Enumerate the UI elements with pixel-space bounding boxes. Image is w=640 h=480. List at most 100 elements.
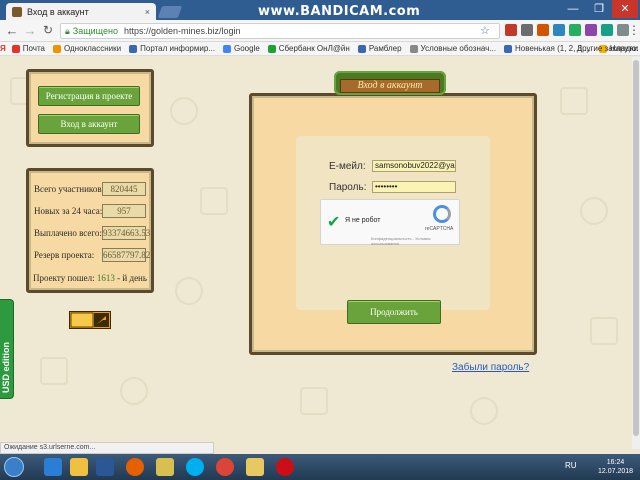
background-decor-icon: [560, 87, 588, 115]
tab-title: Вход в аккаунт: [27, 6, 89, 17]
forward-button[interactable]: →: [22, 23, 38, 38]
browser-tab[interactable]: Вход в аккаунт ×: [6, 3, 156, 20]
recaptcha-label: Я не робот: [345, 217, 381, 224]
bookmark-item[interactable]: Почта: [11, 44, 45, 53]
background-decor-icon: [170, 97, 198, 125]
recaptcha-brand: reCAPTCHA: [425, 226, 454, 232]
extension-icon[interactable]: [601, 24, 613, 36]
ie-icon[interactable]: [44, 458, 62, 476]
yandex-bookmark-icon[interactable]: Я: [0, 44, 6, 53]
recaptcha-terms[interactable]: Конфиденциальность - Условия использован…: [371, 236, 459, 246]
stat-value: 820445: [102, 182, 146, 196]
minimize-button[interactable]: —: [560, 0, 586, 18]
background-decor-icon: [200, 187, 228, 215]
project-age: Проекту пошел: 1613 - й день: [33, 273, 147, 283]
start-button[interactable]: [4, 457, 24, 477]
register-button[interactable]: Регистрация в проекте: [38, 86, 140, 106]
stat-value: 93374663.53: [102, 226, 151, 240]
bookmark-icon: [503, 44, 512, 53]
recorder-watermark: www.BANDICAM.com: [258, 4, 421, 19]
bookmark-icon: [11, 44, 20, 53]
email-label: E-мейл:: [329, 161, 366, 172]
site-favicon-icon: [12, 6, 22, 17]
browser-menu-icon[interactable]: ⋮: [628, 23, 640, 37]
opera-icon[interactable]: [276, 458, 294, 476]
recaptcha-logo-icon: [433, 205, 451, 223]
secure-label: Защищено: [72, 26, 118, 36]
stat-label: Резерв проекта:: [34, 250, 95, 260]
extension-icon[interactable]: [521, 24, 533, 36]
browser-status-bar: Ожидание s3.urlserne.com...: [0, 442, 214, 454]
login-title: Вход в аккаунт: [340, 79, 440, 93]
paint-icon[interactable]: [156, 458, 174, 476]
maximize-button[interactable]: ❐: [586, 0, 612, 18]
extensions-bar: [505, 24, 629, 36]
stats-panel: Всего участников: 820445 Новых за 24 час…: [26, 168, 154, 293]
bookmark-item[interactable]: Условные обознач...: [409, 44, 496, 53]
system-clock[interactable]: 16:24 12.07.2018: [598, 458, 633, 476]
stat-label: Всего участников:: [34, 184, 105, 194]
stat-label: Выплачено всего:: [34, 228, 102, 238]
language-indicator[interactable]: RU: [565, 461, 577, 470]
other-bookmarks[interactable]: Другие закладки: [577, 44, 638, 53]
password-label: Пароль:: [329, 182, 367, 193]
recaptcha-widget[interactable]: ✔ Я не робот reCAPTCHA Конфиденциальност…: [320, 199, 460, 246]
back-button[interactable]: ←: [4, 23, 20, 38]
bookmark-icon: [267, 44, 276, 53]
stat-value: 957: [102, 204, 146, 218]
background-decor-icon: [175, 277, 203, 305]
skype-icon[interactable]: [186, 458, 204, 476]
bookmark-item[interactable]: Одноклассники: [52, 44, 121, 53]
clock-date: 12.07.2018: [598, 468, 634, 475]
extension-icon[interactable]: [553, 24, 565, 36]
password-field[interactable]: ••••••••: [372, 181, 456, 193]
stat-label: Новых за 24 часа:: [34, 206, 103, 216]
scrollbar-thumb[interactable]: [633, 60, 639, 436]
background-decor-icon: [40, 357, 68, 385]
lock-icon: 🔒︎: [65, 25, 70, 36]
bookmark-icon: [222, 44, 231, 53]
browser-tab-strip: Вход в аккаунт × www.BANDICAM.com — ❐ ✕: [0, 0, 640, 20]
tab-close-icon[interactable]: ×: [145, 7, 150, 17]
bookmark-icon: [52, 44, 61, 53]
usd-edition-label: USD edition: [1, 342, 11, 393]
browser-toolbar: ← → ↻ 🔒︎ Защищено https://golden-mines.b…: [0, 20, 640, 42]
continue-button[interactable]: Продолжить: [347, 300, 441, 324]
extension-icon[interactable]: [569, 24, 581, 36]
folder-icon[interactable]: [246, 458, 264, 476]
background-decor-icon: [300, 387, 328, 415]
forgot-password-link[interactable]: Забыли пароль?: [452, 362, 529, 373]
background-decor-icon: [590, 317, 618, 345]
bookmark-item[interactable]: Google: [222, 44, 260, 53]
bookmark-icon: [129, 44, 138, 53]
checkmark-icon[interactable]: ✔: [327, 212, 340, 232]
chrome-icon[interactable]: [216, 458, 234, 476]
banner-graphic-icon: [70, 312, 109, 328]
url-text: https://golden-mines.biz/login: [123, 26, 241, 36]
page-content: Регистрация в проекте Вход в аккаунт Все…: [0, 57, 640, 449]
email-field[interactable]: samsonobuv2022@yand: [372, 160, 456, 172]
new-tab-button[interactable]: [157, 6, 183, 18]
extension-icon[interactable]: [537, 24, 549, 36]
bookmark-star-icon[interactable]: ☆: [480, 24, 490, 37]
bookmark-icon: [409, 44, 418, 53]
bookmark-item[interactable]: Сбербанк ОнЛ@йн: [267, 44, 350, 53]
background-decor-icon: [470, 397, 498, 425]
address-bar[interactable]: 🔒︎ Защищено https://golden-mines.biz/log…: [60, 23, 500, 39]
project-age-days: 1613: [96, 273, 115, 283]
firefox-icon[interactable]: [126, 458, 144, 476]
word-icon[interactable]: [96, 458, 114, 476]
extension-icon[interactable]: [585, 24, 597, 36]
taskbar: RU 16:24 12.07.2018: [0, 454, 640, 480]
bookmark-item[interactable]: Портал информир...: [129, 44, 215, 53]
account-nav-panel: Регистрация в проекте Вход в аккаунт: [26, 69, 154, 147]
background-decor-icon: [580, 197, 608, 225]
login-nav-button[interactable]: Вход в аккаунт: [38, 114, 140, 134]
clock-time: 16:24: [606, 459, 625, 466]
reload-button[interactable]: ↻: [40, 23, 56, 37]
promo-banner[interactable]: [69, 311, 111, 329]
close-window-button[interactable]: ✕: [612, 0, 638, 18]
bookmark-item[interactable]: Рамблер: [357, 44, 402, 53]
extension-icon[interactable]: [505, 24, 517, 36]
explorer-icon[interactable]: [70, 458, 88, 476]
